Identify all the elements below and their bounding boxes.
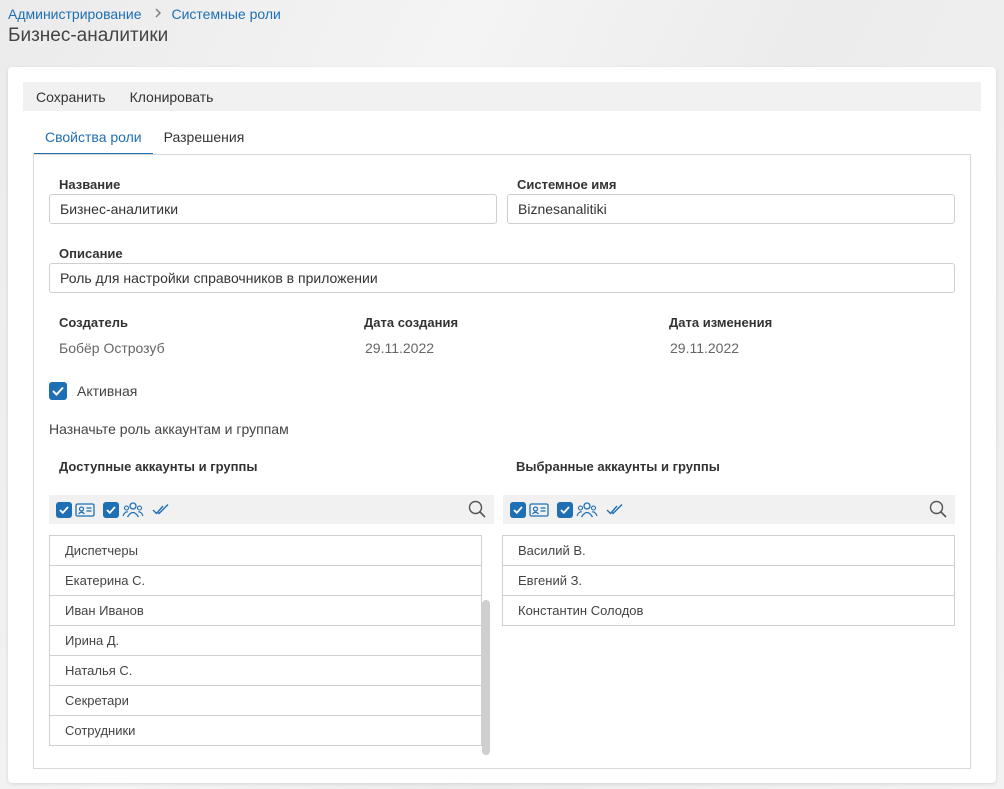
user-card-icon: [75, 502, 95, 518]
system-name-label: Системное имя: [517, 177, 617, 192]
list-item[interactable]: Диспетчеры: [50, 536, 481, 566]
list-item[interactable]: Василий В.: [503, 536, 954, 566]
double-check-icon[interactable]: [606, 503, 624, 517]
selected-title: Выбранные аккаунты и группы: [516, 459, 720, 474]
toolbar: Сохранить Клонировать: [23, 82, 981, 111]
available-filter-bar: [49, 495, 494, 524]
modified-date-value: 29.11.2022: [670, 340, 740, 356]
system-name-input[interactable]: [507, 194, 955, 224]
breadcrumb-link-administration[interactable]: Администрирование: [8, 6, 142, 22]
description-input[interactable]: [49, 263, 955, 293]
list-item[interactable]: Наталья С.: [50, 656, 481, 686]
list-item[interactable]: Сотрудники: [50, 716, 481, 746]
selected-filter-bar: [503, 495, 955, 524]
page-title: Бизнес-аналитики: [8, 25, 169, 46]
breadcrumb: Администрирование Системные роли: [8, 4, 281, 24]
available-list: Диспетчеры Екатерина С. Иван Иванов Ирин…: [49, 535, 482, 746]
role-card: Сохранить Клонировать Свойства роли Разр…: [8, 67, 996, 783]
created-date-value: 29.11.2022: [365, 340, 435, 356]
search-icon[interactable]: [468, 500, 486, 521]
chevron-right-icon: [154, 7, 162, 21]
filter-accounts-checkbox[interactable]: [56, 501, 72, 518]
list-item[interactable]: Ирина Д.: [50, 626, 481, 656]
search-icon[interactable]: [929, 500, 947, 521]
checkmark-icon: [106, 505, 116, 514]
checkmark-icon: [52, 386, 64, 396]
filter-accounts-checkbox[interactable]: [510, 501, 526, 518]
checkmark-icon: [59, 505, 69, 514]
name-input[interactable]: [49, 194, 497, 224]
creator-value: Бобёр Острозуб: [59, 340, 165, 356]
users-group-icon: [576, 501, 598, 519]
list-item[interactable]: Екатерина С.: [50, 566, 481, 596]
checkmark-icon: [513, 505, 523, 514]
list-item[interactable]: Иван Иванов: [50, 596, 481, 626]
creator-label: Создатель: [59, 315, 128, 330]
available-title: Доступные аккаунты и группы: [59, 459, 258, 474]
double-check-icon[interactable]: [152, 503, 170, 517]
created-date-label: Дата создания: [364, 315, 459, 330]
description-label: Описание: [59, 246, 123, 261]
list-item[interactable]: Секретари: [50, 686, 481, 716]
list-item[interactable]: Евгений З.: [503, 566, 954, 596]
active-checkbox[interactable]: [49, 382, 67, 400]
checkmark-icon: [560, 505, 570, 514]
breadcrumb-link-system-roles[interactable]: Системные роли: [172, 6, 281, 22]
available-list-scrollbar[interactable]: [482, 600, 490, 755]
active-label: Активная: [77, 383, 138, 399]
filter-groups-checkbox[interactable]: [557, 501, 573, 518]
selected-list: Василий В. Евгений З. Константин Солодов: [502, 535, 955, 626]
clone-button[interactable]: Клонировать: [130, 89, 214, 105]
tab-role-properties[interactable]: Свойства роли: [34, 125, 153, 155]
assign-hint: Назначьте роль аккаунтам и группам: [49, 421, 289, 437]
role-properties-panel: Название Системное имя Описание Создател…: [33, 154, 971, 769]
list-item[interactable]: Константин Солодов: [503, 596, 954, 626]
modified-date-label: Дата изменения: [669, 315, 773, 330]
user-card-icon: [529, 502, 549, 518]
save-button[interactable]: Сохранить: [36, 89, 106, 105]
tab-permissions[interactable]: Разрешения: [153, 125, 256, 155]
users-group-icon: [122, 501, 144, 519]
filter-groups-checkbox[interactable]: [103, 501, 119, 518]
tabs: Свойства роли Разрешения: [34, 125, 255, 155]
name-label: Название: [59, 177, 121, 192]
